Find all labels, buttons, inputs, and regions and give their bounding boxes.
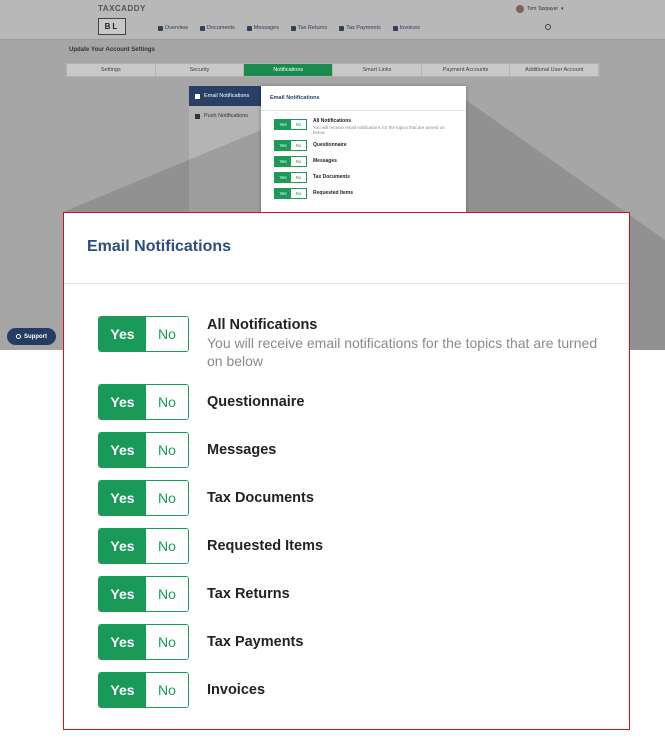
toggle-yes[interactable]: Yes: [99, 481, 146, 515]
notification-row-all: Yes No All Notifications You will receiv…: [98, 316, 607, 370]
toggle-yes[interactable]: Yes: [99, 529, 146, 563]
chevron-down-icon: ▾: [561, 6, 564, 12]
mini-row: Yes No Questionnaire: [261, 137, 466, 153]
row-description: You will receive email notifications for…: [207, 335, 598, 369]
brand-logo: TAXCADDY: [98, 4, 146, 13]
mini-toggle[interactable]: Yes No: [274, 155, 307, 167]
toggle-all-notifications[interactable]: Yes No: [98, 316, 189, 352]
toggle-no[interactable]: No: [146, 625, 188, 659]
side-item-email-notifications[interactable]: Email Notifications: [189, 86, 261, 106]
mini-card-title: Email Notifications: [261, 86, 466, 111]
settings-tabs: Settings Security Notifications Smart Li…: [66, 63, 600, 77]
mini-row: Yes No Messages: [261, 153, 466, 169]
mini-toggle[interactable]: Yes No: [274, 139, 307, 151]
toggle-yes[interactable]: Yes: [99, 673, 146, 707]
toggle-no[interactable]: No: [146, 385, 188, 419]
side-item-push-notifications[interactable]: Push Notifications: [189, 106, 261, 126]
tab-security[interactable]: Security: [156, 64, 245, 76]
toggle-no[interactable]: No: [146, 433, 188, 467]
nav-messages[interactable]: Messages: [246, 25, 279, 31]
row-label: Tax Documents: [207, 490, 314, 506]
firm-logo: BL: [98, 18, 126, 35]
nav-documents[interactable]: Documents: [199, 25, 235, 31]
tab-notifications[interactable]: Notifications: [244, 64, 334, 76]
messages-icon: [246, 25, 252, 31]
nav-tax-returns[interactable]: Tax Returns: [290, 25, 327, 31]
main-nav: Overview Documents Messages Tax Returns …: [158, 25, 420, 31]
tax-payments-icon: [339, 25, 345, 31]
documents-icon: [199, 25, 205, 31]
toggle-no[interactable]: No: [146, 317, 188, 351]
toggle-yes[interactable]: Yes: [99, 577, 146, 611]
toggle-no[interactable]: No: [146, 529, 188, 563]
row-label: Invoices: [207, 682, 266, 698]
notification-row-tax-documents: Yes No Tax Documents: [98, 480, 607, 516]
toggle-yes[interactable]: Yes: [99, 625, 146, 659]
email-notifications-panel: Email Notifications Yes No All Notificat…: [63, 212, 630, 730]
home-icon: [158, 25, 163, 31]
toggle-no[interactable]: No: [146, 481, 188, 515]
divider: [64, 283, 629, 284]
toggle-messages[interactable]: Yes No: [98, 432, 189, 468]
nav-overview[interactable]: Overview: [158, 25, 188, 31]
notification-row-questionnaire: Yes No Questionnaire: [98, 384, 607, 420]
toggle-invoices[interactable]: Yes No: [98, 672, 189, 708]
row-label: Tax Returns: [207, 586, 290, 602]
mini-row: Yes No Tax Documents: [261, 169, 466, 185]
row-label: Tax Payments: [207, 634, 304, 650]
row-label: Questionnaire: [207, 394, 305, 410]
toggle-no[interactable]: No: [146, 673, 188, 707]
mini-toggle[interactable]: Yes No: [274, 119, 307, 130]
user-menu[interactable]: Tom Taxpayer ▾: [516, 5, 564, 13]
help-icon: [16, 334, 21, 339]
toggle-tax-documents[interactable]: Yes No: [98, 480, 189, 516]
row-label: Messages: [207, 442, 277, 458]
search-icon[interactable]: [545, 24, 551, 30]
notification-row-requested-items: Yes No Requested Items: [98, 528, 607, 564]
support-button[interactable]: Support: [7, 328, 56, 345]
toggle-no[interactable]: No: [146, 577, 188, 611]
user-name: Tom Taxpayer: [527, 6, 559, 12]
invoices-icon: [392, 25, 398, 31]
avatar: [516, 5, 524, 13]
notification-row-messages: Yes No Messages: [98, 432, 607, 468]
tax-returns-icon: [290, 25, 296, 31]
page-title: Update Your Account Settings: [69, 47, 155, 53]
toggle-tax-returns[interactable]: Yes No: [98, 576, 189, 612]
row-label: All Notifications: [207, 317, 318, 333]
toggle-questionnaire[interactable]: Yes No: [98, 384, 189, 420]
toggle-yes[interactable]: Yes: [99, 433, 146, 467]
mini-toggle[interactable]: Yes No: [274, 171, 307, 183]
mini-row: Yes No All Notifications You will receive …: [261, 111, 466, 137]
toggle-requested-items[interactable]: Yes No: [98, 528, 189, 564]
notification-row-invoices: Yes No Invoices: [98, 672, 607, 708]
panel-title: Email Notifications: [87, 238, 232, 255]
tab-additional-user-account[interactable]: Additional User Account: [510, 64, 600, 76]
tab-smart-links[interactable]: Smart Links: [333, 64, 422, 76]
tab-settings[interactable]: Settings: [67, 64, 156, 76]
notification-row-tax-returns: Yes No Tax Returns: [98, 576, 607, 612]
row-label: Requested Items: [207, 538, 324, 554]
toggle-yes[interactable]: Yes: [99, 385, 146, 419]
email-icon: [195, 93, 200, 99]
notification-row-tax-payments: Yes No Tax Payments: [98, 624, 607, 660]
toggle-tax-payments[interactable]: Yes No: [98, 624, 189, 660]
mini-toggle[interactable]: Yes No: [274, 187, 307, 199]
nav-invoices[interactable]: Invoices: [392, 25, 420, 31]
toggle-yes[interactable]: Yes: [99, 317, 146, 351]
tab-payment-accounts[interactable]: Payment Accounts: [422, 64, 511, 76]
nav-tax-payments[interactable]: Tax Payments: [339, 25, 381, 31]
top-bar: TAXCADDY BL Tom Taxpayer ▾ Overview Docu…: [0, 0, 665, 40]
mini-row: Yes No Requested Items: [261, 185, 466, 201]
bell-icon: [195, 113, 200, 119]
mini-email-notifications-card: Email Notifications Yes No All Notificati…: [261, 86, 466, 226]
notification-list: Yes No All Notifications You will receiv…: [98, 316, 607, 720]
